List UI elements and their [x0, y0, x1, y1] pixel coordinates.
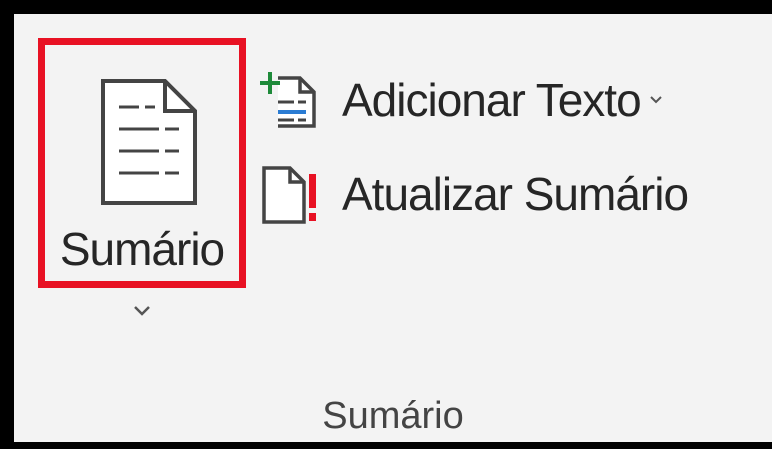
- ribbon-group-toc: Sumário Adicionar Texto Atualizar Sumári…: [14, 14, 772, 442]
- add-text-button[interactable]: Adicionar Texto: [260, 70, 740, 130]
- update-toc-button[interactable]: Atualizar Sumário: [260, 164, 740, 224]
- chevron-down-icon: [649, 96, 662, 104]
- add-text-icon: [260, 72, 316, 128]
- update-document-icon: [262, 166, 316, 224]
- update-toc-label: Atualizar Sumário: [342, 168, 689, 220]
- toc-button-label: Sumário: [59, 223, 225, 275]
- group-label: Sumário: [322, 395, 464, 437]
- document-lines-icon: [101, 79, 197, 205]
- toc-button[interactable]: Sumário: [38, 38, 246, 288]
- chevron-down-icon[interactable]: [132, 304, 152, 318]
- window-frame: Sumário Adicionar Texto Atualizar Sumári…: [0, 0, 772, 449]
- add-text-label: Adicionar Texto: [342, 72, 663, 128]
